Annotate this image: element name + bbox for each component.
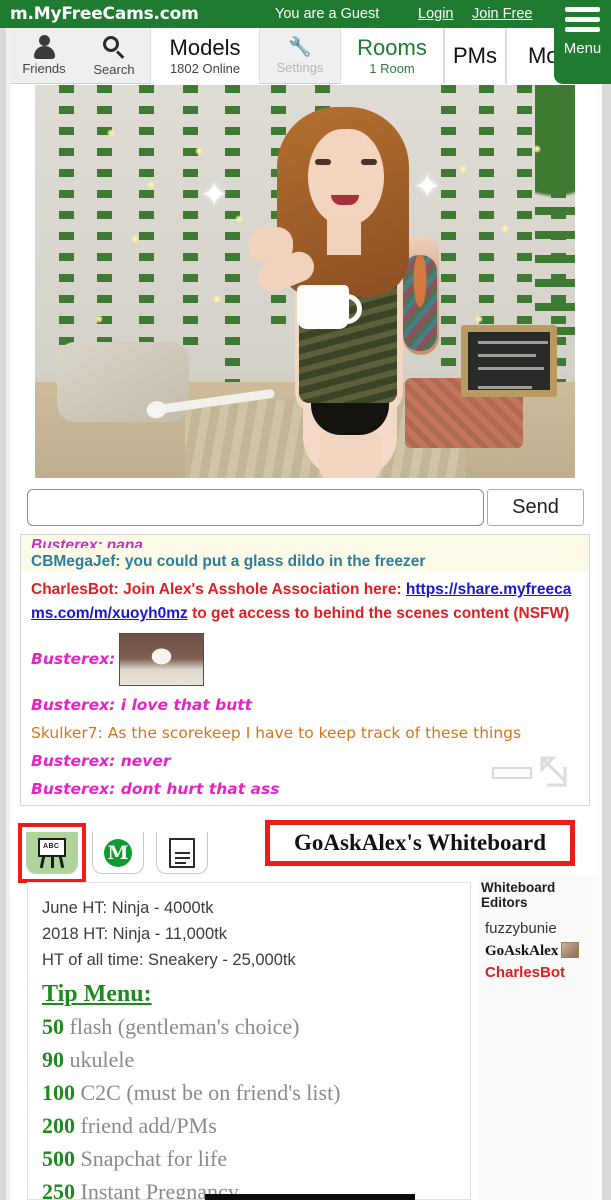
app-root: m.MyFreeCams.com You are a Guest Login J… (0, 0, 611, 1200)
editor-name-row[interactable]: GoAskAlex (479, 940, 597, 962)
tip-menu-item: 200 friend add/PMs (42, 1109, 470, 1142)
guest-status: You are a Guest (275, 6, 380, 22)
tip-desc: flash (gentleman's choice) (69, 1014, 300, 1039)
join-free-link[interactable]: Join Free (472, 6, 532, 22)
editors-heading: Whiteboard Editors (481, 880, 556, 910)
models-tab[interactable]: M (92, 832, 144, 874)
right-scrollbar[interactable] (597, 28, 611, 1200)
nav-bar: Friends Search Models 1802 Online 🔧 Sett… (10, 28, 600, 84)
whiteboard-title: GoAskAlex's Whiteboard (294, 830, 546, 855)
tip-menu-item: 500 Snapchat for life (42, 1142, 470, 1175)
profile-tab[interactable] (156, 832, 208, 874)
model-figure (249, 107, 441, 478)
tip-desc: ukulele (69, 1047, 135, 1072)
whiteboard-editors-panel: Whiteboard Editors fuzzybunie GoAskAlex … (479, 876, 597, 1200)
document-icon (169, 837, 195, 868)
hamburger-icon (565, 7, 600, 37)
left-gutter (0, 28, 10, 1200)
whiteboard-header-line: 2018 HT: Ninja - 11,000tk (42, 925, 227, 943)
chat-message-clipped-top: Busterex: nana (31, 537, 143, 548)
nav-tab-search-label: Search (93, 61, 135, 77)
tip-desc: C2C (must be on friend's list) (80, 1080, 341, 1105)
top-bar: m.MyFreeCams.com You are a Guest Login J… (0, 0, 611, 28)
chat-message: CBMegaJef: you could put a glass dildo i… (31, 553, 426, 570)
chat-message-user: Busterex: (31, 650, 116, 668)
selection-highlight (18, 823, 86, 883)
whiteboard-header-line: June HT: Ninja - 4000tk (42, 899, 214, 917)
cat-thumbnail[interactable] (119, 633, 205, 687)
bottom-overlay-bar (205, 1194, 415, 1200)
resize-arrow-icon[interactable] (539, 755, 581, 797)
tip-menu-item: 90 ukulele (42, 1043, 470, 1076)
chat-message: Skulker7: it was 31 not 30 (31, 803, 581, 805)
search-icon (102, 35, 126, 59)
chat-message: CharlesBot: Join Alex's Asshole Associat… (31, 576, 581, 628)
tip-desc: Snapchat for life (80, 1146, 228, 1171)
chat-message-suffix: to get access to behind the scenes conte… (187, 605, 570, 622)
editor-name[interactable]: CharlesBot (479, 962, 597, 984)
nav-tab-friends[interactable]: Friends (10, 28, 78, 84)
chat-message: Busterex: (31, 628, 581, 691)
tip-amount: 50 (42, 1014, 64, 1039)
tip-desc: friend add/PMs (80, 1113, 217, 1138)
nav-tab-pms[interactable]: PMs (444, 28, 506, 84)
nav-tab-settings-label: Settings (276, 59, 324, 75)
m-badge-icon: M (104, 838, 132, 867)
friends-icon (32, 35, 56, 59)
tip-amount: 250 (42, 1179, 75, 1200)
site-brand[interactable]: m.MyFreeCams.com (10, 4, 199, 24)
menu-button[interactable]: Menu (554, 0, 611, 84)
nav-tab-rooms[interactable]: Rooms 1 Room (340, 28, 444, 84)
wrench-icon: 🔧 (288, 36, 312, 58)
tip-menu-item: 50 flash (gentleman's choice) (42, 1010, 470, 1043)
nav-tab-rooms-label: Rooms (357, 34, 427, 60)
whiteboard-header-line: HT of all time: Sneakery - 25,000tk (42, 951, 296, 969)
tip-amount: 500 (42, 1146, 75, 1171)
menu-label: Menu (563, 40, 602, 57)
chat-message: Skulker7: As the scorekeep I have to kee… (31, 724, 522, 742)
minimize-handle[interactable] (492, 767, 532, 779)
chat-input[interactable] (27, 489, 484, 526)
tip-amount: 90 (42, 1047, 64, 1072)
nav-tab-models[interactable]: Models 1802 Online (150, 28, 260, 84)
nav-tab-friends-label: Friends (22, 61, 66, 76)
tip-amount: 100 (42, 1080, 75, 1105)
webcam-stream[interactable]: ✦ ✦ (35, 85, 575, 478)
tip-amount: 200 (42, 1113, 75, 1138)
chalkboard-sign (461, 325, 557, 397)
nav-tab-pms-label: PMs (453, 43, 497, 68)
avatar (561, 942, 580, 958)
nav-tab-models-label: Models (169, 34, 241, 60)
chat-messages: Busterex: nana CBMegaJef: you could put … (21, 535, 589, 805)
tip-menu-heading: Tip Menu: (42, 981, 152, 1007)
chat-message-prefix: CharlesBot: Join Alex's Asshole Associat… (31, 581, 406, 598)
chat-message: Busterex: i love that butt (31, 696, 253, 714)
editor-name: GoAskAlex (485, 943, 559, 959)
login-link[interactable]: Login (418, 6, 453, 22)
editor-name[interactable]: fuzzybunie (479, 918, 597, 940)
nav-tab-models-count: 1802 Online (169, 60, 241, 76)
chat-message: Busterex: dont hurt that ass (31, 780, 280, 798)
tip-menu-item: 100 C2C (must be on friend's list) (42, 1076, 470, 1109)
nav-tab-search[interactable]: Search (78, 28, 150, 84)
whiteboard-content[interactable]: June HT: Ninja - 4000tk 2018 HT: Ninja -… (27, 882, 471, 1200)
send-button[interactable]: Send (487, 489, 584, 526)
nav-tab-settings[interactable]: 🔧 Settings (260, 28, 340, 84)
whiteboard-title-highlight: GoAskAlex's Whiteboard (265, 820, 575, 866)
nav-tab-rooms-count: 1 Room (369, 60, 415, 76)
chat-log[interactable]: Busterex: nana CBMegaJef: you could put … (20, 534, 590, 806)
